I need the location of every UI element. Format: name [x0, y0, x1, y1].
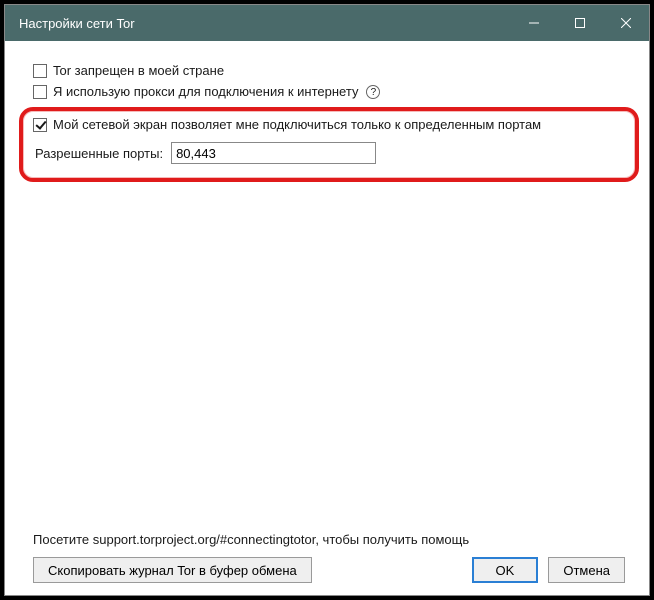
ports-label: Разрешенные порты: [35, 146, 163, 161]
footer-buttons: Скопировать журнал Tor в буфер обмена OK… [33, 557, 625, 583]
close-button[interactable] [603, 5, 649, 41]
proxy-label: Я использую прокси для подключения к инт… [53, 84, 358, 99]
minimize-button[interactable] [511, 5, 557, 41]
settings-window: Настройки сети Tor Tor запрещен в моей с… [4, 4, 650, 596]
ok-button[interactable]: OK [472, 557, 539, 583]
maximize-button[interactable] [557, 5, 603, 41]
copy-log-button[interactable]: Скопировать журнал Tor в буфер обмена [33, 557, 312, 583]
proxy-row: Я использую прокси для подключения к инт… [33, 84, 625, 99]
proxy-checkbox[interactable] [33, 85, 47, 99]
firewall-row: Мой сетевой экран позволяет мне подключи… [33, 117, 625, 132]
window-title: Настройки сети Tor [5, 16, 511, 31]
dialog-body: Tor запрещен в моей стране Я использую п… [5, 41, 649, 595]
firewall-checkbox[interactable] [33, 118, 47, 132]
ports-input[interactable] [171, 142, 376, 164]
help-text: Посетите support.torproject.org/#connect… [33, 532, 625, 547]
help-icon[interactable]: ? [366, 85, 380, 99]
censored-label: Tor запрещен в моей стране [53, 63, 224, 78]
censored-row: Tor запрещен в моей стране [33, 63, 625, 78]
spacer [33, 182, 625, 532]
ports-row: Разрешенные порты: [35, 142, 625, 164]
firewall-highlight: Мой сетевой экран позволяет мне подключи… [19, 107, 639, 182]
firewall-label: Мой сетевой экран позволяет мне подключи… [53, 117, 541, 132]
cancel-button[interactable]: Отмена [548, 557, 625, 583]
censored-checkbox[interactable] [33, 64, 47, 78]
titlebar: Настройки сети Tor [5, 5, 649, 41]
